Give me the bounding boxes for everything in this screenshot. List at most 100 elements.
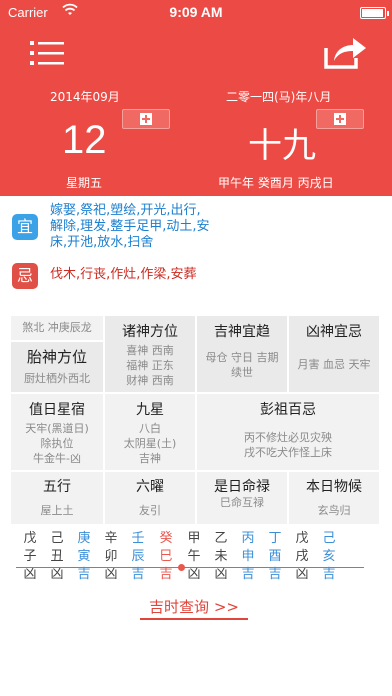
wuxing-title: 五行 (43, 479, 71, 495)
wuxing-cell[interactable]: 五行 屋上土 (10, 471, 104, 525)
hour-column[interactable]: 戊 子 凶 (16, 530, 44, 590)
zhiri-line: 牛金牛-凶 (33, 452, 81, 465)
hour-zhi: 酉 (268, 549, 282, 564)
hour-gan: 丁 (268, 531, 282, 546)
hour-column[interactable]: 庚 寅 吉 (70, 530, 98, 590)
wuhou-title: 本日物候 (306, 479, 362, 495)
hour-luck: 吉 (131, 567, 145, 582)
status-bar: Carrier 9:09 AM (0, 0, 392, 26)
taishen-title: 胎神方位 (26, 348, 87, 366)
hour-column[interactable]: 乙 未 凶 (207, 530, 235, 590)
hour-luck: 凶 (23, 567, 37, 582)
shiri-title: 是日命禄 (214, 479, 270, 495)
jishen-title: 吉神宜趋 (214, 324, 270, 340)
hour-zhi: 午 (187, 549, 201, 564)
hour-gan: 壬 (131, 531, 145, 546)
jishen-line: 母仓 守日 吉期 (205, 351, 279, 364)
hour-zhi: 未 (214, 549, 228, 564)
jiuxing-line: 吉神 (139, 452, 161, 465)
hour-luck: 吉 (241, 567, 255, 582)
current-hour-marker (178, 564, 185, 571)
hour-gan: 乙 (214, 531, 228, 546)
auspicious-time-query-button[interactable]: 吉时查询 >> (140, 596, 248, 620)
hour-column[interactable]: 甲 午 凶 (180, 530, 208, 590)
plus-icon (140, 113, 152, 125)
hour-luck: 凶 (214, 567, 228, 582)
xiongshen-title: 凶神宜忌 (306, 324, 362, 340)
hour-zhi: 寅 (77, 549, 91, 564)
zhiri-title: 值日星宿 (29, 402, 85, 418)
xiongshen-value: 月害 血忌 天牢 (297, 358, 371, 371)
hour-gan: 丙 (241, 531, 255, 546)
plus-icon (334, 113, 346, 125)
jiuxing-cell[interactable]: 九星 八白 太阴星(土) 吉神 (104, 393, 196, 471)
zhushen-title: 诸神方位 (122, 324, 178, 340)
jiuxing-line: 太阴星(土) (123, 437, 177, 450)
hour-column[interactable]: 己 亥 吉 (315, 530, 343, 590)
hour-gan: 己 (322, 531, 336, 546)
taishen-cell[interactable]: 胎神方位 厨灶栖外西北 (10, 341, 104, 393)
sha-cell: 煞北 冲庚辰龙 (10, 315, 104, 341)
taishen-value: 厨灶栖外西北 (24, 372, 90, 385)
hour-luck: 凶 (104, 567, 118, 582)
yi-badge: 宜 (12, 214, 38, 240)
hour-column[interactable]: 丙 申 吉 (234, 530, 262, 590)
next-lunar-button[interactable] (316, 109, 364, 129)
pengzu-line: 丙不修灶必见灾殃 (244, 431, 332, 444)
hour-column[interactable]: 己 丑 凶 (43, 530, 71, 590)
yi-line: 床,开池,放水,扫舍 (50, 235, 154, 250)
wuhou-value: 玄鸟归 (317, 504, 351, 517)
hour-luck: 凶 (295, 567, 309, 582)
zhiri-cell[interactable]: 值日星宿 天牢(黑道日) 除执位 牛金牛-凶 (10, 393, 104, 471)
next-solar-button[interactable] (122, 109, 170, 129)
shiri-value: 巳命互禄 (220, 496, 264, 509)
hour-gan: 庚 (77, 531, 91, 546)
pengzu-line: 戌不吃犬作怪上床 (244, 446, 332, 459)
jishen-cell[interactable]: 吉神宜趋 母仓 守日 吉期 续世 (196, 315, 288, 393)
ganzhi-date: 甲午年 癸酉月 丙戌日 (218, 176, 334, 190)
zhushen-line: 福神 正东 (126, 359, 174, 372)
menu-button[interactable] (30, 40, 64, 66)
hour-column[interactable]: 丁 酉 吉 (261, 530, 289, 590)
jiuxing-line: 八白 (139, 422, 161, 435)
almanac-grid: 煞北 冲庚辰龙 胎神方位 厨灶栖外西北 诸神方位 喜神 西南 福神 正东 财神 … (10, 315, 380, 527)
liuyao-title: 六曜 (136, 479, 164, 495)
share-button[interactable] (322, 34, 368, 70)
hours-table: 戊 子 凶 己 丑 凶 庚 寅 吉 辛 卯 凶 壬 辰 吉 癸 巳 吉 甲 午 … (16, 530, 380, 590)
yi-line: 解除,理发,整手足甲,动土,安 (50, 219, 210, 234)
hour-gan: 己 (50, 531, 64, 546)
hour-zhi: 申 (241, 549, 255, 564)
status-time: 9:09 AM (169, 4, 223, 20)
hour-luck: 凶 (50, 567, 64, 582)
solar-month: 2014年09月 (50, 90, 120, 104)
jishen-line: 续世 (231, 366, 253, 379)
hour-gan: 甲 (187, 531, 201, 546)
lunar-month: 二零一四(马)年八月 (226, 90, 332, 104)
battery-icon (360, 7, 389, 19)
hour-luck: 吉 (77, 567, 91, 582)
yi-line: 嫁娶,祭祀,塑绘,开光,出行, (50, 203, 201, 218)
xiongshen-cell[interactable]: 凶神宜忌 月害 血忌 天牢 (288, 315, 380, 393)
pengzu-cell[interactable]: 彭祖百忌 丙不修灶必见灾殃 戌不吃犬作怪上床 (196, 393, 380, 471)
liuyao-value: 友引 (139, 504, 161, 517)
yi-ji-section: 宜 嫁娶,祭祀,塑绘,开光,出行, 解除,理发,整手足甲,动土,安 床,开池,放… (0, 196, 392, 311)
shiri-cell[interactable]: 是日命禄 巳命互禄 (196, 471, 288, 525)
hour-zhi: 亥 (322, 549, 336, 564)
weekday: 星期五 (66, 176, 103, 190)
hour-column[interactable]: 戊 戌 凶 (288, 530, 316, 590)
solar-day: 12 (62, 118, 107, 162)
hour-zhi: 戌 (295, 549, 309, 564)
wuxing-value: 屋上土 (40, 504, 74, 517)
hour-column[interactable]: 癸 巳 吉 (152, 530, 180, 590)
hour-luck: 吉 (322, 567, 336, 582)
zhushen-cell[interactable]: 诸神方位 喜神 西南 福神 正东 财神 西南 (104, 315, 196, 393)
zhiri-line: 天牢(黑道日) (25, 422, 89, 435)
hour-zhi: 子 (23, 549, 37, 564)
hour-gan: 癸 (159, 531, 173, 546)
hour-column[interactable]: 辛 卯 凶 (97, 530, 125, 590)
hour-column[interactable]: 壬 辰 吉 (124, 530, 152, 590)
wuhou-cell[interactable]: 本日物候 玄鸟归 (288, 471, 380, 525)
liuyao-cell[interactable]: 六曜 友引 (104, 471, 196, 525)
hour-gan: 戊 (295, 531, 309, 546)
hour-luck: 吉 (268, 567, 282, 582)
